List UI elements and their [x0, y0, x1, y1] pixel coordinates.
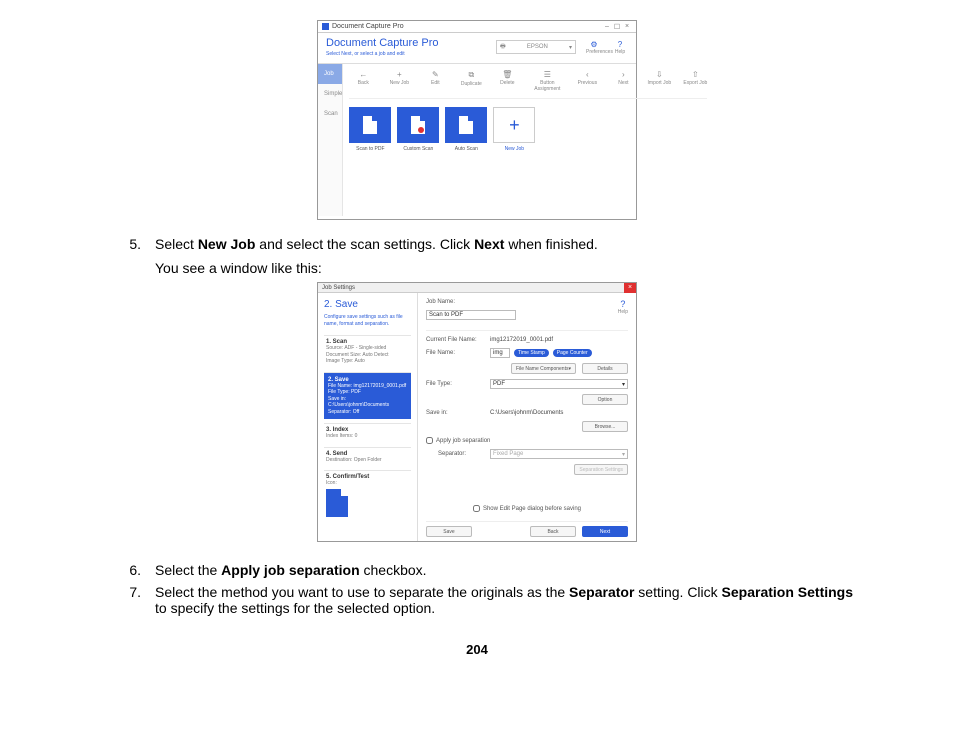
tile-auto-scan[interactable]: Auto Scan	[445, 107, 487, 152]
separator-label: Separator:	[426, 451, 486, 457]
previous-button[interactable]: ‹Previous	[575, 70, 599, 92]
plus-icon: +	[387, 70, 411, 79]
next-button[interactable]: ›Next	[611, 70, 635, 92]
chevron-down-icon: ▾	[569, 44, 572, 51]
chevron-down-icon: ▾	[622, 381, 625, 388]
apply-separation-checkbox[interactable]: Apply job separation	[426, 437, 490, 444]
copy-icon: ⧉	[459, 70, 483, 80]
step-send[interactable]: 4. Send Destination: Open Folder	[324, 447, 411, 467]
printer-icon: 🖶	[500, 42, 506, 52]
step-subheading: Configure save settings such as file nam…	[324, 314, 411, 327]
app-icon	[322, 23, 329, 30]
option-button[interactable]: Option	[582, 394, 628, 405]
chevron-down-icon: ▾	[622, 451, 625, 458]
minimize-icon[interactable]: –	[602, 23, 612, 30]
main-content: ←Back +New Job ✎Edit ⧉Duplicate 🗑Delete …	[343, 64, 713, 216]
back-icon: ←	[351, 70, 375, 79]
app-header: Document Capture Pro Select Next, or sel…	[318, 33, 636, 64]
step-heading: 2. Save	[324, 299, 411, 310]
button-assignment[interactable]: ☰Button Assignment	[531, 70, 563, 92]
back-button[interactable]: ←Back	[351, 70, 375, 92]
pill-timestamp[interactable]: Time Stamp	[514, 349, 549, 357]
step-number: 6.	[125, 562, 141, 578]
filetype-select[interactable]: PDF▾	[490, 379, 628, 389]
step-index[interactable]: 3. Index Index Items: 0	[324, 423, 411, 443]
jobname-label: Job Name:	[426, 299, 486, 305]
close-icon[interactable]: ×	[622, 23, 632, 30]
help-icon: ?	[618, 299, 628, 309]
currentfilename-value: img12172019_0001.pdf	[490, 337, 553, 343]
step-scan[interactable]: 1. Scan Source: ADF - Single-sided Docum…	[324, 335, 411, 368]
tile-scan-to-pdf[interactable]: Scan to PDF	[349, 107, 391, 152]
page-number: 204	[87, 642, 867, 657]
help-icon: ?	[612, 40, 628, 49]
document-icon	[411, 116, 425, 134]
filetype-label: File Type:	[426, 381, 486, 387]
step-text: Select the method you want to use to sep…	[155, 584, 867, 616]
assign-icon: ☰	[531, 70, 563, 79]
filename-label: File Name:	[426, 350, 486, 356]
wizard-steps: 2. Save Configure save settings such as …	[318, 293, 418, 541]
edit-button[interactable]: ✎Edit	[423, 70, 447, 92]
close-icon[interactable]: ×	[624, 283, 636, 293]
dialog-title: Job Settings	[322, 285, 355, 291]
currentfilename-label: Current File Name:	[426, 337, 486, 343]
pill-pagecounter[interactable]: Page Counter	[553, 349, 592, 357]
sidebar-item-jobscan[interactable]: Job Scan	[318, 64, 342, 84]
separation-settings-button[interactable]: Separation Settings	[574, 464, 628, 475]
document-icon	[363, 116, 377, 134]
app-title: Document Capture Pro	[326, 37, 439, 49]
screenshot-document-capture-pro: Document Capture Pro – ☐ × Document Capt…	[317, 20, 637, 220]
separator-select[interactable]: Fixed Page▾	[490, 449, 628, 459]
step-confirm[interactable]: 5. Confirm/Test Icon:	[324, 470, 411, 520]
duplicate-button[interactable]: ⧉Duplicate	[459, 70, 483, 92]
filename-components-button[interactable]: File Name Components ▾	[511, 363, 576, 374]
preferences-button[interactable]: ⚙ Preferences	[586, 40, 602, 55]
filename-prefix-input[interactable]: img	[490, 348, 510, 358]
document-icon	[326, 489, 348, 517]
savein-value: C:\Users\johnm\Documents	[490, 410, 563, 416]
window-titlebar: Document Capture Pro – ☐ ×	[318, 21, 636, 33]
app-subtitle: Select Next, or select a job and edit	[326, 51, 439, 57]
sidebar: Job Scan Simple Scan	[318, 64, 343, 216]
details-button[interactable]: Details	[582, 363, 628, 374]
plus-icon: +	[509, 115, 520, 136]
settings-panel: ? Help Job Name: Scan to PDF Current Fil…	[418, 293, 636, 541]
save-button[interactable]: Save	[426, 526, 472, 537]
toolbar: ←Back +New Job ✎Edit ⧉Duplicate 🗑Delete …	[349, 68, 707, 99]
trash-icon: 🗑	[495, 70, 519, 79]
gear-icon: ⚙	[586, 40, 602, 49]
back-button[interactable]: Back	[530, 526, 576, 537]
pencil-icon: ✎	[423, 70, 447, 79]
document-icon	[459, 116, 473, 134]
step-number: 5.	[125, 236, 141, 276]
show-edit-page-checkbox[interactable]: Show Edit Page dialog before saving	[473, 505, 581, 512]
next-button[interactable]: Next	[582, 526, 628, 537]
step-save[interactable]: 2. Save File Name: img12172019_0001.pdf …	[324, 372, 411, 420]
export-job-button[interactable]: ⇧Export Job	[683, 70, 707, 92]
tile-custom-scan[interactable]: Custom Scan	[397, 107, 439, 152]
savein-label: Save in:	[426, 410, 486, 416]
help-button[interactable]: ? Help	[612, 40, 628, 55]
job-tiles: Scan to PDF Custom Scan Auto Scan + New …	[349, 107, 707, 152]
import-job-button[interactable]: ⇩Import Job	[647, 70, 671, 92]
window-title: Document Capture Pro	[332, 23, 404, 30]
browse-button[interactable]: Browse...	[582, 421, 628, 432]
step-number: 7.	[125, 584, 141, 616]
dialog-titlebar: Job Settings ×	[318, 283, 636, 293]
new-job-button[interactable]: +New Job	[387, 70, 411, 92]
help-button[interactable]: ? Help	[618, 299, 628, 315]
jobname-input[interactable]: Scan to PDF	[426, 310, 516, 320]
step-text: Select the Apply job separation checkbox…	[155, 562, 867, 578]
delete-button[interactable]: 🗑Delete	[495, 70, 519, 92]
scanner-select[interactable]: 🖶 EPSON ▾	[496, 40, 576, 54]
screenshot-job-settings: Job Settings × 2. Save Configure save se…	[317, 282, 637, 542]
tile-new-job[interactable]: + New Job	[493, 107, 535, 152]
maximize-icon[interactable]: ☐	[612, 23, 622, 31]
step-text: Select New Job and select the scan setti…	[155, 236, 867, 276]
sidebar-item-simplescan[interactable]: Simple Scan	[318, 84, 342, 104]
